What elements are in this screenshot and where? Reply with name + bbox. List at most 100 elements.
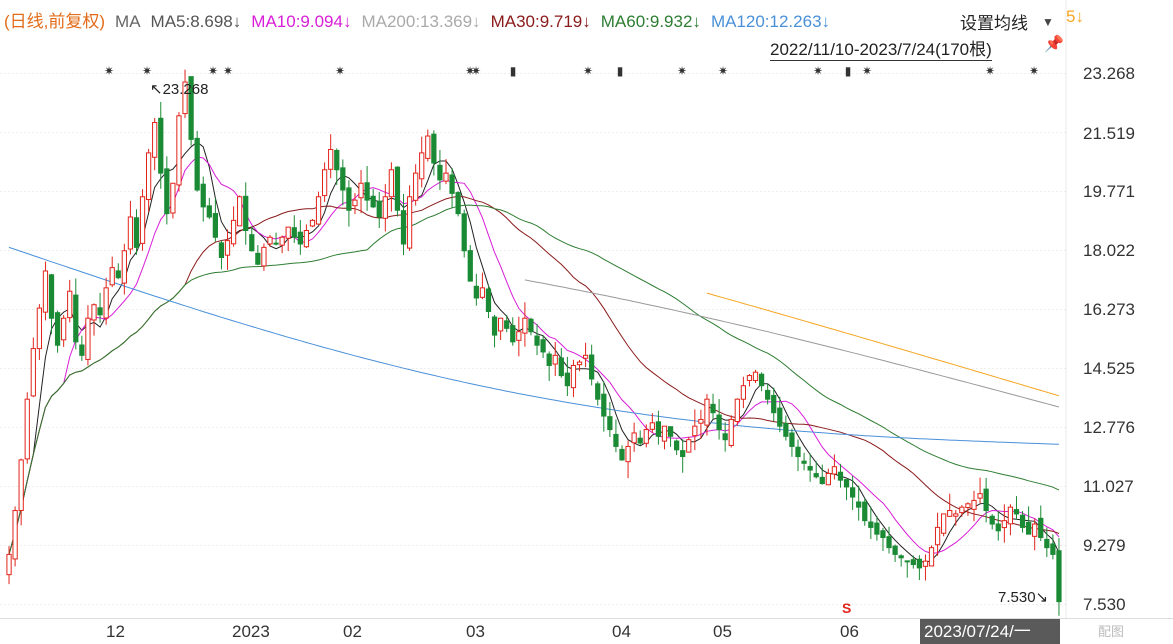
- candle-body: [48, 274, 55, 319]
- candle-body: [18, 459, 24, 511]
- candle-body: [528, 318, 534, 333]
- candle-body: [6, 553, 12, 576]
- candle-body: [710, 403, 716, 414]
- candle-body: [746, 375, 753, 381]
- candle-body: [734, 398, 740, 423]
- candle-body: [558, 357, 564, 377]
- candle-body: [631, 432, 637, 444]
- candle-body: [224, 240, 231, 256]
- x-tick: 05: [713, 622, 732, 641]
- candle-body: [941, 513, 947, 534]
- watermark: 配图: [1098, 624, 1125, 639]
- candle-body: [916, 558, 923, 569]
- event-marker-icon[interactable]: ✷: [142, 64, 152, 78]
- candle-body: [109, 267, 115, 286]
- event-marker-icon[interactable]: ✷: [813, 64, 823, 78]
- ma-settings-button[interactable]: 设置均线 ▼: [960, 9, 1054, 34]
- candle-body: [595, 383, 601, 400]
- candle-body: [892, 545, 898, 555]
- candle-body: [406, 196, 413, 249]
- x-tick: 04: [612, 622, 631, 641]
- candle-body: [36, 307, 43, 350]
- event-marker-icon[interactable]: ▮: [510, 64, 517, 78]
- candle-body: [145, 152, 152, 201]
- candle-body: [243, 195, 249, 231]
- y-tick: 7.530: [1083, 595, 1126, 614]
- candle-body: [461, 213, 467, 252]
- event-marker-icon[interactable]: ✷: [985, 64, 995, 78]
- candle-body: [382, 196, 388, 219]
- candle-body: [358, 182, 364, 199]
- candle-body: [321, 169, 328, 197]
- candle-body: [880, 530, 886, 539]
- candle-body: [1050, 543, 1056, 555]
- candle-body: [947, 510, 953, 517]
- legend-ma: MA: [115, 12, 141, 31]
- event-marker-icon[interactable]: ✷: [862, 64, 872, 78]
- candle-body: [170, 182, 176, 214]
- candle-body: [819, 476, 825, 485]
- candle-body: [613, 433, 619, 447]
- y-tick: 21.519: [1083, 124, 1135, 143]
- candle-body: [230, 219, 237, 245]
- candle-body: [904, 560, 910, 563]
- chevron-down-icon[interactable]: ▼: [1042, 15, 1054, 29]
- candle-body: [667, 426, 674, 437]
- candle-body: [79, 344, 85, 356]
- low-price-label: 7.530↘: [998, 589, 1049, 606]
- candle-body: [133, 217, 140, 248]
- event-marker-icon[interactable]: ✷: [335, 64, 345, 78]
- candle-body: [413, 172, 419, 201]
- candle-body: [12, 510, 18, 560]
- event-marker-icon[interactable]: ✷: [471, 64, 481, 78]
- candle-body: [291, 227, 297, 238]
- candle-body: [455, 192, 461, 215]
- candle-body: [479, 287, 486, 298]
- event-marker-icon[interactable]: ✷: [223, 64, 233, 78]
- candle-body: [303, 229, 310, 248]
- candle-body: [364, 182, 370, 201]
- event-marker-icon[interactable]: ▮: [845, 64, 852, 78]
- candle-body: [570, 364, 577, 389]
- event-marker-icon[interactable]: ✷: [104, 64, 114, 78]
- candle-body: [576, 361, 583, 366]
- event-marker-icon[interactable]: ✷: [1029, 64, 1039, 78]
- candle-body: [346, 187, 352, 211]
- x-tick: 06: [840, 622, 859, 641]
- event-marker-icon[interactable]: ✷: [718, 64, 728, 78]
- event-marker-icon[interactable]: ✷: [583, 64, 593, 78]
- candle-body: [200, 183, 206, 208]
- candle-body: [601, 393, 607, 417]
- event-marker-icon[interactable]: ▮: [617, 64, 624, 78]
- candle-body: [152, 122, 158, 158]
- pin-icon[interactable]: 📌: [1044, 34, 1064, 54]
- candle-body: [971, 499, 977, 510]
- event-marker-icon[interactable]: ✷: [677, 64, 687, 78]
- candle-body: [1019, 514, 1026, 528]
- y-tick: 9.279: [1083, 536, 1126, 555]
- candle-body: [510, 325, 516, 343]
- candle-body: [437, 164, 443, 181]
- candle-body: [728, 418, 734, 446]
- candle-body: [1038, 517, 1044, 539]
- candle-body: [965, 503, 971, 508]
- candle-body: [831, 466, 838, 475]
- candle-body: [789, 432, 795, 447]
- candle-body: [340, 167, 346, 191]
- candle-body: [443, 172, 449, 182]
- legend-title: (日线,前复权): [4, 12, 106, 31]
- candle-body: [1007, 506, 1014, 525]
- candle-body: [589, 354, 595, 380]
- candle-body: [722, 433, 728, 441]
- signal-s-marker[interactable]: S: [842, 600, 851, 616]
- candle-body: [661, 425, 668, 442]
- event-marker-icon[interactable]: ✷: [208, 64, 218, 78]
- x-tick: 02: [343, 622, 362, 641]
- candle-body: [704, 398, 710, 426]
- candle-body: [922, 560, 929, 567]
- candle-body: [928, 547, 935, 567]
- candle-body: [795, 446, 801, 458]
- candle-body: [637, 437, 643, 444]
- candle-body: [127, 216, 134, 250]
- candle-body: [953, 513, 959, 517]
